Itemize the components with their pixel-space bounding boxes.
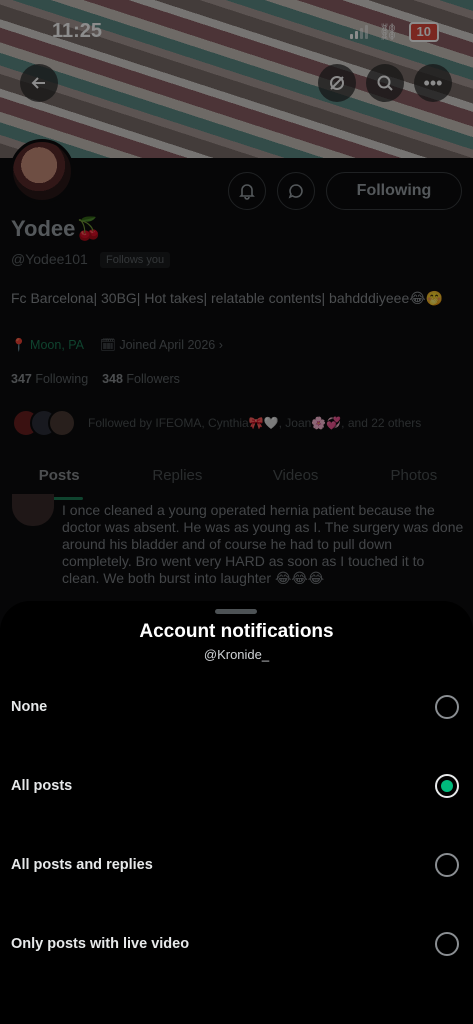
sheet-title: Account notifications xyxy=(139,621,334,642)
radio-button[interactable] xyxy=(435,695,459,719)
radio-dot xyxy=(441,780,453,792)
radio-button[interactable] xyxy=(435,774,459,798)
notification-bottom-sheet: Account notifications @Kronide_ None All… xyxy=(0,601,473,1024)
option-label: All posts xyxy=(11,778,73,794)
option-label: Only posts with live video xyxy=(11,936,190,952)
option-all-posts-and-replies[interactable]: All posts and replies xyxy=(0,835,473,895)
sheet-subtitle: @Kronide_ xyxy=(203,647,270,662)
option-none[interactable]: None xyxy=(0,677,473,737)
option-label: None xyxy=(11,699,48,715)
sheet-grabber[interactable] xyxy=(215,609,257,614)
radio-button[interactable] xyxy=(435,932,459,956)
option-label: All posts and replies xyxy=(11,857,153,873)
option-all-posts[interactable]: All posts xyxy=(0,756,473,816)
radio-button[interactable] xyxy=(435,853,459,877)
option-live-video-only[interactable]: Only posts with live video xyxy=(0,914,473,974)
